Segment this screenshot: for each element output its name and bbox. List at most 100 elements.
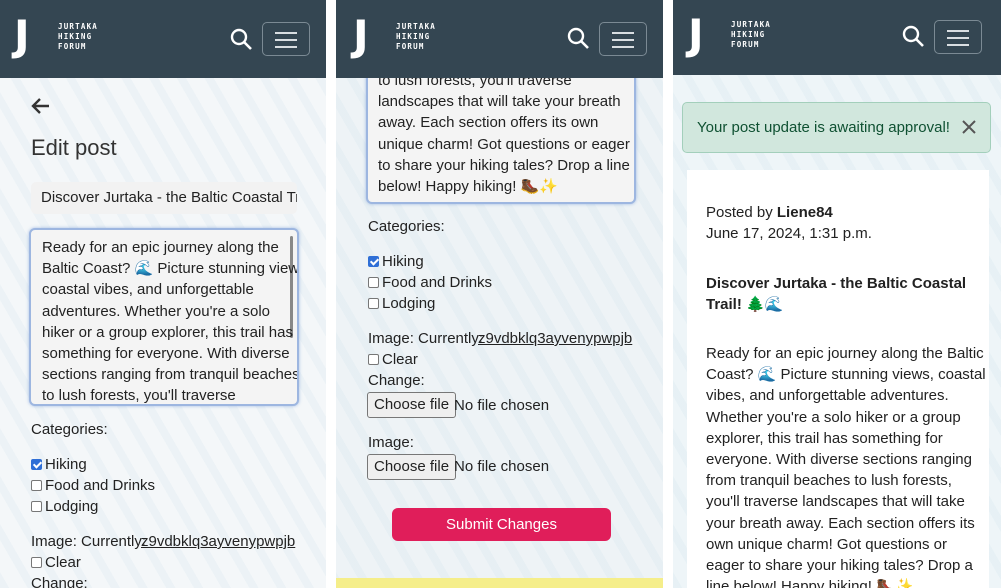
body-line: landscapes that will take your breath — [378, 93, 621, 111]
arrow-left-icon[interactable] — [31, 97, 51, 115]
post-body-line: eager to share your hiking tales? Drop a — [706, 557, 973, 575]
category-label-food: Food and Drinks — [45, 477, 156, 494]
post-body-line: your breath away. Each section offers it… — [706, 514, 975, 532]
category-label-food: Food and Drinks — [382, 274, 493, 291]
search-icon[interactable] — [567, 27, 589, 49]
category-label-lodging: Lodging — [382, 295, 436, 312]
category-checkbox-food[interactable] — [368, 277, 379, 288]
clear-checkbox[interactable] — [368, 354, 379, 365]
brand-name[interactable]: JURTAKA HIKING FORUM — [58, 22, 98, 52]
content-textarea[interactable]: Ready for an epic journey along the Balt… — [29, 228, 299, 406]
alert-message: Your post update is awaiting approval! — [697, 119, 950, 136]
author-name[interactable]: Liene84 — [777, 204, 833, 221]
textarea-text: Ready for an epic journey along the Balt… — [42, 237, 299, 405]
clear-label: Clear — [45, 554, 81, 571]
post-detail-panel: J JURTAKA HIKING FORUM Your post update … — [673, 0, 1001, 588]
categories-label: Categories: — [368, 218, 445, 235]
post-title-line-1: Discover Jurtaka - the Baltic Coastal — [706, 275, 967, 292]
navbar: J JURTAKA HIKING FORUM — [336, 0, 663, 78]
title-input[interactable]: Discover Jurtaka - the Baltic Coastal Tr… — [31, 182, 297, 214]
divider — [326, 0, 336, 588]
body-line: unique charm! Got questions or eager — [378, 135, 630, 153]
post-body-line: vibes, and unforgettable adventures. — [706, 387, 949, 405]
brand-logo[interactable]: J — [353, 14, 393, 58]
posted-by-prefix: Posted by — [706, 204, 773, 221]
post-body: Ready for an epic journey along the Balt… — [706, 343, 986, 588]
body-line: sections ranging from tranquil beaches — [42, 366, 299, 384]
textarea-text: to lush forests, you'll traverse landsca… — [378, 70, 630, 197]
body-line: away. Each section offers its own — [378, 114, 599, 132]
body-line: Baltic Coast? 🌊 Picture stunning views, — [42, 260, 299, 278]
post-body-line: Ready for an epic journey along the Balt… — [706, 345, 984, 362]
brand-name[interactable]: JURTAKA HIKING FORUM — [396, 22, 436, 52]
category-checkbox-food[interactable] — [31, 480, 42, 491]
category-label-lodging: Lodging — [45, 498, 99, 515]
category-checkbox-lodging[interactable] — [31, 501, 42, 512]
image-label: Image: — [368, 434, 414, 451]
choose-file-button-2[interactable]: Choose file — [367, 454, 457, 480]
post-body-line: line below! Happy hiking! 🥾✨ — [706, 578, 914, 588]
post-body-line: from tranquil beaches to lush forests, — [706, 472, 952, 490]
body-line: something for everyone. With diverse — [42, 345, 290, 363]
post-body-line: you'll traverse landscapes that will tak… — [706, 493, 965, 511]
body-line: Ready for an epic journey along the — [42, 239, 279, 256]
post-body-line: own unique charm! Got questions or — [706, 535, 947, 553]
post-body-line: explorer, this trail has something for — [706, 429, 943, 447]
image-file-link[interactable]: z9vdbklq3ayvenypwpjb — [141, 531, 295, 552]
clear-label: Clear — [382, 351, 418, 368]
category-checkbox-hiking[interactable] — [31, 459, 42, 470]
brand-name[interactable]: JURTAKA HIKING FORUM — [731, 20, 771, 50]
edit-post-panel-bottom: to lush forests, you'll traverse landsca… — [336, 0, 663, 588]
post-meta-author: Posted by Liene84 — [706, 202, 833, 223]
post-body-line: Coast? 🌊 Picture stunning views, coastal — [706, 366, 986, 384]
body-line: adventures. Whether you're a solo — [42, 302, 270, 320]
footer-strip — [336, 578, 663, 588]
body-line: hiker or a group explorer, this trail ha… — [42, 323, 293, 341]
brand-line-2: HIKING — [396, 32, 431, 41]
image-currently-label: Image: Currently: — [368, 330, 484, 347]
edit-post-panel-top: J JURTAKA HIKING FORUM Edit post Discove… — [0, 0, 326, 588]
close-icon[interactable] — [960, 118, 978, 136]
hamburger-menu-icon[interactable] — [934, 20, 982, 54]
approval-alert: Your post update is awaiting approval! — [682, 102, 991, 153]
body-line: coastal vibes, and unforgettable — [42, 281, 254, 299]
brand-line-1: JURTAKA — [396, 22, 437, 31]
post-date: June 17, 2024, 1:31 p.m. — [706, 225, 872, 242]
post-card: Posted by Liene84 June 17, 2024, 1:31 p.… — [687, 170, 989, 588]
navbar: J JURTAKA HIKING FORUM — [673, 0, 1001, 75]
hamburger-menu-icon[interactable] — [262, 22, 310, 56]
page-title: Edit post — [31, 135, 117, 160]
image-file-link[interactable]: z9vdbklq3ayvenypwpjb — [478, 328, 632, 349]
brand-line-3: FORUM — [58, 42, 87, 51]
category-label-hiking: Hiking — [382, 253, 424, 270]
search-icon[interactable] — [230, 28, 252, 50]
search-icon[interactable] — [902, 25, 924, 47]
category-checkbox-lodging[interactable] — [368, 298, 379, 309]
divider — [663, 0, 673, 588]
brand-line-3: FORUM — [396, 42, 425, 51]
change-label: Change: — [31, 575, 88, 588]
body-line: below! Happy hiking! 🥾✨ — [378, 178, 558, 196]
choose-file-button[interactable]: Choose file — [367, 392, 457, 418]
image-currently-label: Image: Currently: — [31, 533, 147, 550]
navbar: J JURTAKA HIKING FORUM — [0, 0, 326, 78]
hamburger-menu-icon[interactable] — [599, 22, 647, 56]
post-body-line: everyone. With diverse sections ranging — [706, 451, 972, 469]
brand-line-1: JURTAKA — [731, 20, 772, 29]
change-label: Change: — [368, 372, 425, 389]
brand-logo[interactable]: J — [688, 13, 728, 57]
submit-changes-button[interactable]: Submit Changes — [392, 508, 611, 541]
brand-line-2: HIKING — [58, 32, 93, 41]
brand-line-3: FORUM — [731, 40, 760, 49]
category-label-hiking: Hiking — [45, 456, 87, 473]
post-body-line: Whether you're a solo hiker or a group — [706, 408, 961, 426]
body-line: to share your hiking tales? Drop a line — [378, 156, 630, 174]
brand-logo[interactable]: J — [14, 14, 54, 58]
category-checkbox-hiking[interactable] — [368, 256, 379, 267]
clear-checkbox[interactable] — [31, 557, 42, 568]
brand-line-2: HIKING — [731, 30, 766, 39]
body-line: to lush forests, you'll traverse — [42, 387, 236, 405]
categories-label: Categories: — [31, 421, 108, 438]
post-title-line-2: Trail! 🌲🌊 — [706, 296, 784, 313]
brand-line-1: JURTAKA — [58, 22, 99, 31]
